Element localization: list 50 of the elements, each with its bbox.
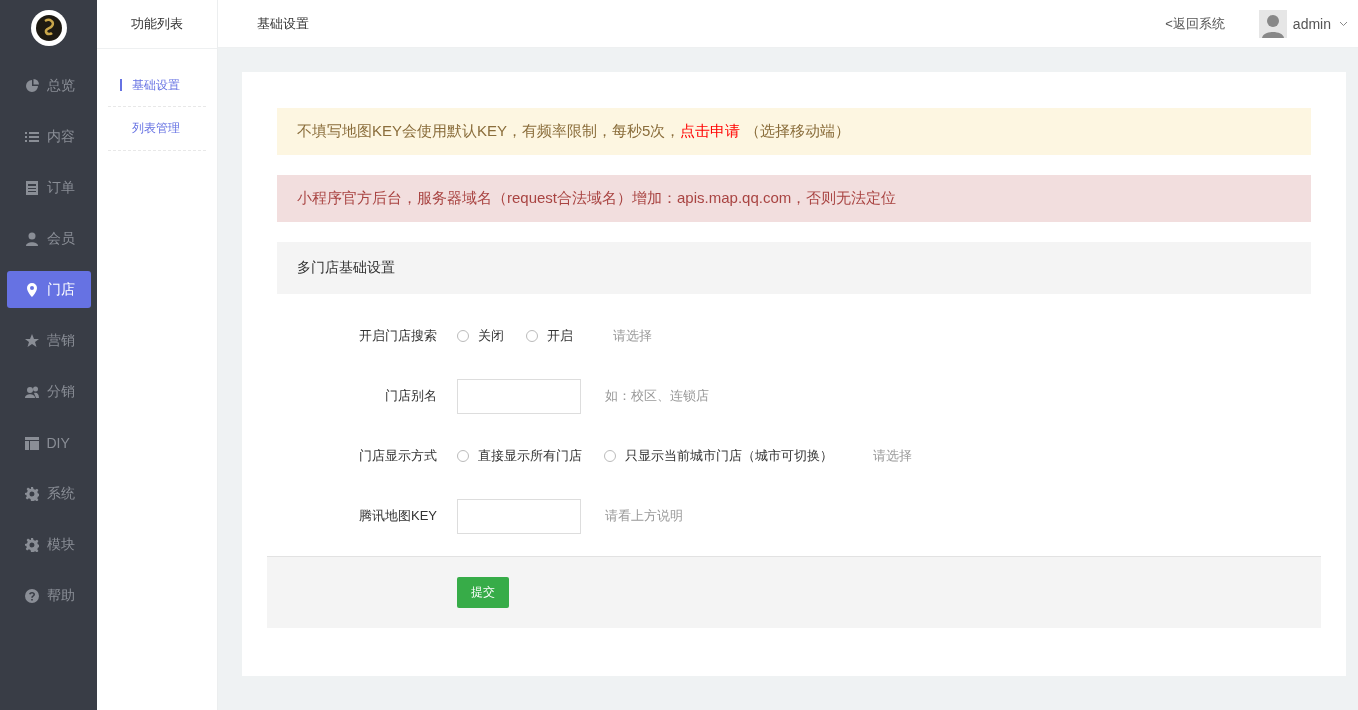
layout-icon [24, 435, 39, 450]
field-label: 腾讯地图KEY [358, 507, 437, 525]
subnav-item[interactable]: 基础设置 [120, 78, 180, 91]
submit-button[interactable]: 提交 [457, 577, 509, 608]
back-link[interactable]: <返回系统 [1165, 14, 1225, 33]
gear-icon [24, 486, 39, 501]
list-icon [24, 129, 39, 144]
star-icon [24, 333, 39, 348]
people-icon [24, 384, 39, 399]
document-icon [24, 180, 39, 195]
hint-text: 请看上方说明 [605, 507, 683, 525]
input-field[interactable] [457, 378, 581, 414]
field-label: 门店显示方式 [358, 447, 437, 465]
person-icon [24, 231, 39, 246]
hint-text: 如：校区、连锁店 [605, 387, 709, 405]
help-icon [24, 588, 39, 603]
subnav-item[interactable]: 列表管理 [108, 120, 180, 137]
nav-item[interactable]: 帮助 [6, 577, 91, 614]
nav-item[interactable]: 订单 [6, 169, 91, 206]
nav-item[interactable]: 总览 [6, 67, 91, 104]
pie-chart-icon [24, 78, 39, 93]
nav-item[interactable]: 系统 [6, 475, 91, 512]
notice-text: 不填写地图KEY会使用默认KEY，有频率限制，每秒5次，点击申请 （选择移动端） [297, 122, 850, 141]
nav-item[interactable]: 分销 [6, 373, 91, 410]
nav-item[interactable]: 模块 [6, 526, 91, 563]
apply-link[interactable]: 点击申请 [680, 122, 741, 139]
notice-text: 小程序官方后台，服务器域名（request合法域名）增加：apis.map.qq.com，否则无法定位 [297, 189, 897, 208]
nav-item[interactable]: 营销 [6, 322, 91, 359]
nav-item[interactable]: 会员 [6, 220, 91, 257]
hint-text: 请选择 [873, 447, 912, 465]
avatar-icon [1258, 9, 1287, 38]
hint-text: 请选择 [613, 327, 652, 345]
subnav-title: 功能列表 [131, 15, 183, 33]
field-label: 门店别名 [384, 387, 437, 405]
caret-icon [1339, 20, 1348, 27]
section-title: 多门店基础设置 [297, 259, 395, 277]
page-title: 基础设置 [257, 14, 309, 33]
radio-option[interactable]: 关闭 [457, 327, 504, 345]
radio-option[interactable]: 只显示当前城市门店（城市可切换） [604, 447, 833, 465]
nav-item[interactable]: DIY [6, 424, 91, 461]
radio-option[interactable]: 开启 [526, 327, 573, 345]
gear-icon [24, 537, 39, 552]
map-pin-icon [24, 282, 39, 297]
nav-item[interactable]: 门店 [6, 271, 91, 308]
user-name[interactable]: admin [1292, 15, 1331, 32]
input-field[interactable] [457, 498, 581, 534]
field-label: 开启门店搜索 [358, 327, 437, 345]
logo-icon [30, 10, 67, 46]
nav-item[interactable]: 内容 [6, 118, 91, 155]
radio-option[interactable]: 直接显示所有门店 [457, 447, 582, 465]
